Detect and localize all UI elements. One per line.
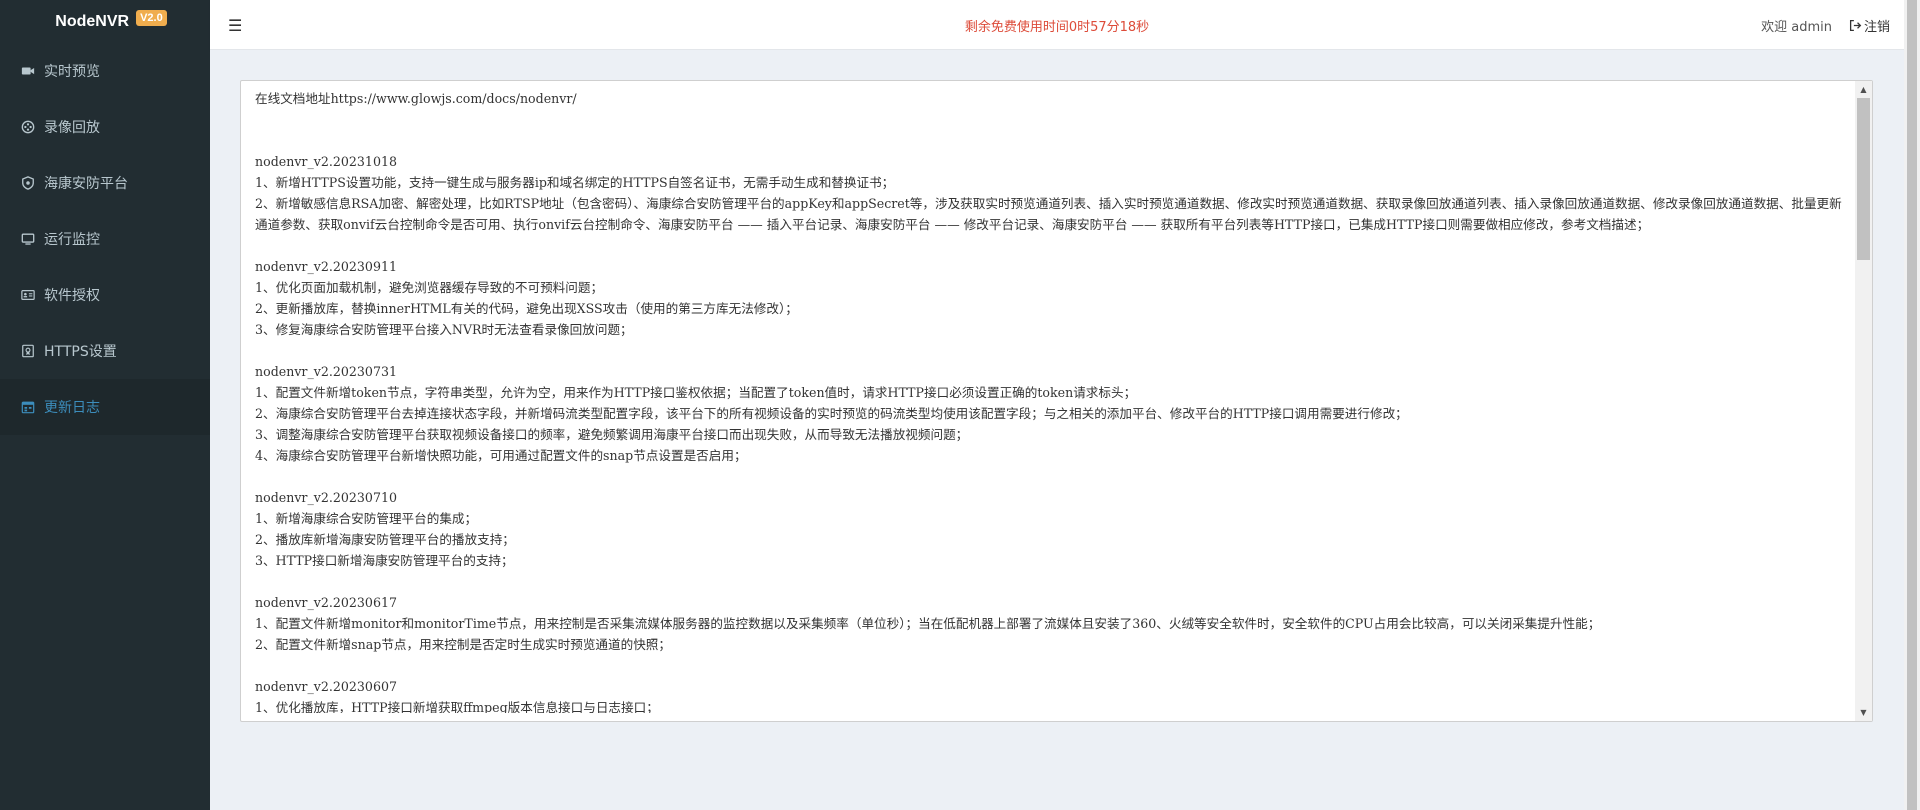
- scroll-down-arrow-icon[interactable]: ▼: [1855, 704, 1872, 721]
- sidebar-item-hik-platform[interactable]: 海康安防平台: [0, 155, 210, 211]
- sidebar-item-label: 录像回放: [44, 120, 100, 136]
- textarea-scrollbar[interactable]: ▲ ▼: [1855, 81, 1872, 721]
- sidebar-item-label: 海康安防平台: [44, 176, 128, 192]
- shield-icon: [20, 175, 36, 191]
- sidebar-item-label: 实时预览: [44, 64, 100, 80]
- top-header: ☰ 剩余免费使用时间0时57分18秒 欢迎 admin 注销: [210, 0, 1904, 50]
- logout-button[interactable]: 注销: [1849, 16, 1890, 35]
- film-reel-icon: [20, 119, 36, 135]
- main-content: 在线文档地址https://www.glowjs.com/docs/nodenv…: [210, 50, 1904, 810]
- calendar-log-icon: [20, 399, 36, 415]
- scroll-up-arrow-icon[interactable]: ▲: [1855, 81, 1872, 98]
- brand[interactable]: NodeNVR V2.0: [0, 0, 210, 43]
- video-camera-icon: [20, 63, 36, 79]
- sidebar-item-https[interactable]: HTTPS设置: [0, 323, 210, 379]
- free-trial-timer: 剩余免费使用时间0时57分18秒: [964, 20, 1150, 35]
- page-scrollbar[interactable]: [1904, 0, 1920, 810]
- sidebar-item-label: HTTPS设置: [44, 344, 117, 360]
- sidebar-item-changelog[interactable]: 更新日志: [0, 379, 210, 435]
- sidebar-item-playback[interactable]: 录像回放: [0, 99, 210, 155]
- changelog-text: 在线文档地址https://www.glowjs.com/docs/nodenv…: [255, 91, 1842, 713]
- sidebar: NodeNVR V2.0 实时预览 录像回放 海康安防平台 运行监控 软件授权: [0, 0, 210, 810]
- page-scrollbar-thumb[interactable]: [1907, 0, 1917, 810]
- id-card-icon: [20, 287, 36, 303]
- certificate-icon: [20, 343, 36, 359]
- monitor-icon: [20, 231, 36, 247]
- changelog-textarea[interactable]: 在线文档地址https://www.glowjs.com/docs/nodenv…: [240, 80, 1873, 722]
- sidebar-item-license[interactable]: 软件授权: [0, 267, 210, 323]
- sidebar-item-monitor[interactable]: 运行监控: [0, 211, 210, 267]
- scrollbar-thumb[interactable]: [1857, 98, 1870, 260]
- brand-name: NodeNVR: [55, 12, 130, 30]
- sign-out-icon: [1849, 19, 1862, 32]
- sidebar-item-live-preview[interactable]: 实时预览: [0, 43, 210, 99]
- sidebar-item-label: 运行监控: [44, 232, 100, 248]
- version-badge: V2.0: [136, 9, 167, 26]
- sidebar-item-label: 更新日志: [44, 400, 100, 416]
- sidebar-item-label: 软件授权: [44, 288, 100, 304]
- welcome-text: 欢迎 admin: [1761, 20, 1832, 35]
- logout-label: 注销: [1863, 20, 1890, 35]
